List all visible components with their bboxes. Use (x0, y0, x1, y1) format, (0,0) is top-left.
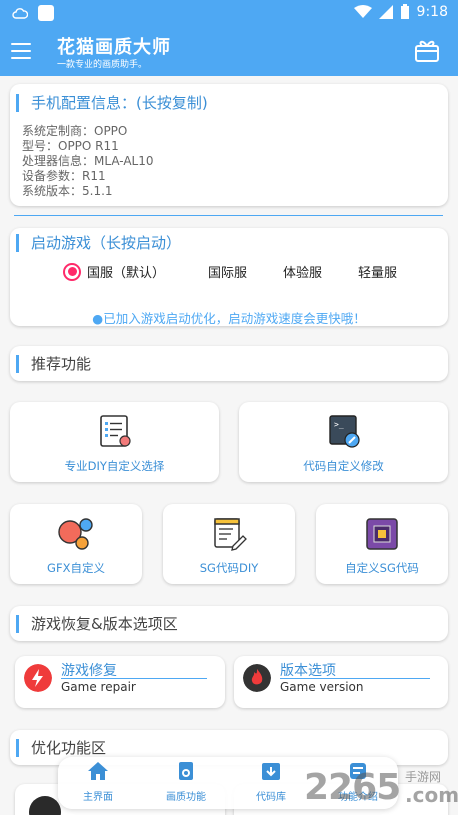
svg-text:>_: >_ (334, 420, 344, 429)
quality-icon (179, 762, 193, 780)
server-option-label: 轻量服 (358, 266, 398, 281)
tile-label: 代码自定义修改 (303, 459, 384, 473)
game-version-item[interactable]: 版本选项 Game version (234, 656, 448, 708)
server-option-label: 体验服 (283, 266, 323, 281)
nav-quality[interactable]: 画质功能 (156, 761, 216, 803)
launch-title: 启动游戏（长按启动） (16, 234, 181, 252)
app-subtitle: 一款专业的画质助手。 (57, 60, 148, 70)
server-option-label: 国服（默认） (87, 266, 166, 281)
code-edit-icon: >_ (328, 415, 360, 448)
recovery-header: 游戏恢复&版本选项区 (10, 606, 448, 641)
signal-icon (378, 5, 393, 19)
bubbles-icon (58, 518, 93, 550)
repair-subtitle: Game repair (61, 680, 136, 694)
info-line-vendor: 系统定制商：OPPO (22, 124, 128, 138)
tile-label: 专业DIY自定义选择 (64, 459, 165, 473)
server-option-global[interactable]: 国际服 (208, 262, 247, 281)
lightning-icon (24, 664, 52, 692)
app-title: 花猫画质大师 (57, 37, 171, 58)
flame-icon (243, 664, 271, 692)
info-line-model: 型号：OPPO R11 (22, 139, 119, 153)
tile-label: GFX自定义 (47, 561, 105, 575)
server-option-cn[interactable]: 国服（默认） (63, 262, 165, 281)
status-bar: 9:18 (0, 0, 458, 27)
notification-icon (38, 5, 54, 21)
server-option-label: 国际服 (208, 266, 248, 281)
menu-icon[interactable] (11, 43, 31, 59)
optimize-item-icon (29, 796, 61, 815)
version-underline (280, 678, 430, 679)
tile-sg-custom[interactable]: 自定义SG代码 (316, 504, 448, 584)
battery-icon (400, 4, 409, 19)
section-divider (14, 215, 443, 216)
watermark-domain: .com (405, 783, 458, 807)
server-option-lite[interactable]: 轻量服 (358, 262, 397, 281)
tile-code-edit[interactable]: >_ 代码自定义修改 (239, 402, 448, 482)
cloud-icon (12, 8, 28, 19)
site-watermark: 2265 手游网 .com (304, 765, 458, 811)
wifi-icon (353, 5, 372, 18)
tile-label: 自定义SG代码 (345, 561, 419, 575)
info-line-cpu: 处理器信息：MLA-AL10 (22, 154, 154, 168)
gift-icon[interactable] (414, 37, 440, 63)
repair-title: 游戏修复 (61, 663, 117, 679)
checklist-icon (99, 415, 131, 447)
info-line-version: 系统版本：5.1.1 (22, 184, 113, 198)
phone-info-title: 手机配置信息：(长按复制) (16, 94, 208, 112)
document-edit-icon (214, 518, 247, 551)
download-box-icon (262, 763, 280, 780)
repair-underline (61, 678, 207, 679)
nav-label: 代码库 (256, 792, 286, 803)
nav-label: 主界面 (83, 792, 113, 803)
nav-code-library[interactable]: 代码库 (241, 761, 301, 803)
chip-icon (366, 518, 398, 550)
recommend-header: 推荐功能 (10, 346, 448, 381)
recommend-title: 推荐功能 (16, 355, 91, 373)
watermark-brand: 2265 (304, 767, 401, 808)
phone-info-card[interactable]: 手机配置信息：(长按复制) 系统定制商：OPPO 型号：OPPO R11 处理器… (10, 84, 448, 206)
tile-gfx-custom[interactable]: GFX自定义 (10, 504, 142, 584)
info-line-device: 设备参数：R11 (22, 169, 106, 183)
recovery-title: 游戏恢复&版本选项区 (16, 615, 178, 633)
app-bar: 花猫画质大师 一款专业的画质助手。 (0, 27, 458, 76)
radio-selected-icon (63, 262, 81, 281)
server-option-beta[interactable]: 体验服 (283, 262, 322, 281)
launch-game-card: 启动游戏（长按启动） 国服（默认） 国际服 体验服 轻量服 ●已加入游戏启动优化… (10, 228, 448, 326)
tile-diy-select[interactable]: 专业DIY自定义选择 (10, 402, 219, 482)
nav-label: 画质功能 (166, 792, 206, 803)
tile-sg-diy[interactable]: SG代码DIY (163, 504, 295, 584)
launch-note: ●已加入游戏启动优化，启动游戏速度会更快哦！ (92, 311, 366, 326)
optimize-title: 优化功能区 (16, 739, 106, 757)
version-title: 版本选项 (280, 663, 336, 679)
main-content: 手机配置信息：(长按复制) 系统定制商：OPPO 型号：OPPO R11 处理器… (0, 76, 458, 815)
home-icon (88, 762, 108, 780)
tile-label: SG代码DIY (199, 561, 259, 575)
nav-home[interactable]: 主界面 (68, 761, 128, 803)
version-subtitle: Game version (280, 680, 364, 694)
status-time: 9:18 (416, 4, 448, 20)
game-repair-item[interactable]: 游戏修复 Game repair (15, 656, 225, 708)
